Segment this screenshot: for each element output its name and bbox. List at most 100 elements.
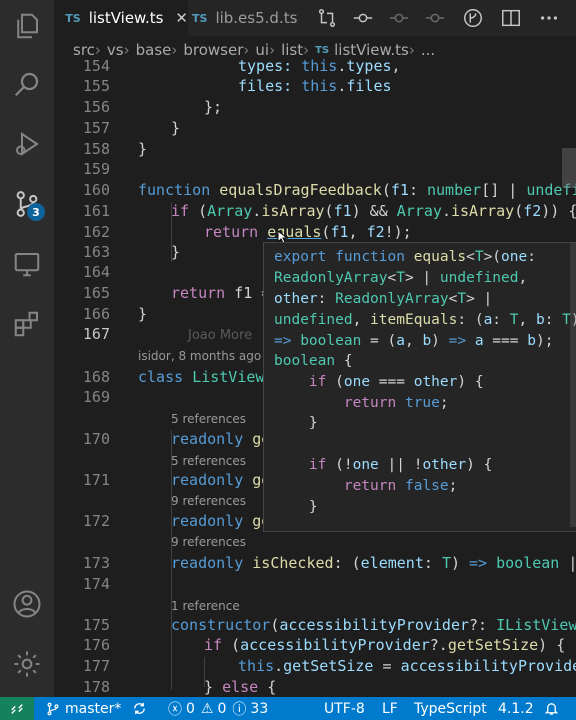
hover-scrollbar[interactable] bbox=[570, 243, 576, 527]
breadcrumb-item[interactable]: base bbox=[136, 41, 172, 59]
previous-change-icon[interactable] bbox=[388, 7, 410, 29]
language-mode[interactable]: TypeScript bbox=[414, 697, 487, 720]
hover-line: } bbox=[274, 415, 318, 431]
chevron-right-icon: › bbox=[303, 41, 310, 59]
code-line: class ListViewA bbox=[138, 368, 274, 386]
line-number: 156 bbox=[82, 98, 110, 116]
line-number: 177 bbox=[82, 657, 110, 675]
debug-icon[interactable] bbox=[9, 126, 45, 162]
code-line: return f1 = bbox=[171, 284, 271, 302]
git-commit-icon[interactable] bbox=[352, 7, 374, 29]
split-editor-icon[interactable] bbox=[500, 7, 522, 29]
typescript-file-icon: TS bbox=[315, 44, 330, 56]
line-number: 158 bbox=[82, 140, 110, 158]
code-lens-references[interactable]: 1 reference bbox=[171, 599, 240, 613]
git-branch-icon bbox=[47, 702, 59, 715]
eol-indicator[interactable]: LF bbox=[382, 697, 398, 720]
code-line: } bbox=[171, 119, 181, 137]
remote-explorer-icon[interactable] bbox=[9, 246, 45, 282]
code-line: readonly ge bbox=[171, 471, 271, 489]
line-number: 163 bbox=[82, 243, 110, 261]
code-line: } bbox=[138, 140, 148, 158]
source-control-badge: 3 bbox=[27, 203, 45, 221]
line-number: 157 bbox=[82, 119, 110, 137]
hover-line: boolean { bbox=[274, 353, 353, 369]
line-number: 154 bbox=[82, 58, 110, 75]
code-line: files: this.files bbox=[238, 77, 392, 95]
tab-label: listView.ts bbox=[88, 9, 164, 27]
code-lens-references[interactable]: 5 references bbox=[171, 454, 246, 468]
status-bar: master* ⓧ 0 ⚠ 0 ⓘ 33 UTF-8 LF TypeScript… bbox=[0, 697, 576, 720]
line-number: 160 bbox=[82, 181, 110, 199]
hover-line: return false; bbox=[343, 478, 458, 494]
close-icon[interactable]: ✕ bbox=[175, 9, 188, 27]
line-number: 171 bbox=[82, 471, 110, 489]
code-line: this.getSetSize = accessibilityProvider.… bbox=[238, 657, 576, 675]
typescript-version[interactable]: 4.1.2 bbox=[498, 697, 534, 720]
breadcrumb-item[interactable]: ui bbox=[255, 41, 269, 59]
line-number: 172 bbox=[82, 512, 110, 530]
line-number: 159 bbox=[82, 160, 110, 178]
typescript-file-icon: TS bbox=[65, 11, 81, 25]
hover-line: undefined, itemEquals: (a: T, b: T) bbox=[274, 312, 576, 328]
code-line: if (Array.isArray(f1) && Array.isArray(f… bbox=[171, 202, 576, 220]
file-history-icon[interactable] bbox=[462, 7, 484, 29]
branch-indicator[interactable]: master* bbox=[46, 697, 121, 720]
hover-line: other: ReadonlyArray<T> | bbox=[274, 291, 493, 307]
warning-icon: ⚠ bbox=[200, 700, 214, 717]
hover-line: => boolean = (a, b) => a === b); bbox=[274, 333, 554, 349]
breadcrumb-file[interactable]: listView.ts bbox=[334, 41, 409, 59]
problems-indicator[interactable]: ⓧ 0 ⚠ 0 ⓘ 33 bbox=[168, 697, 268, 720]
warning-count: 0 bbox=[217, 700, 227, 717]
chevron-right-icon: › bbox=[243, 41, 250, 59]
tab-listview[interactable]: TS listView.ts ✕ bbox=[54, 0, 188, 36]
tab-label: lib.es5.d.ts bbox=[215, 9, 298, 27]
code-line: function equalsDragFeedback(f1: number[]… bbox=[138, 181, 576, 199]
hover-tooltip[interactable]: export function equals<T>(one: ReadonlyA… bbox=[263, 242, 576, 532]
code-lens-references[interactable]: 9 references bbox=[171, 535, 246, 549]
remote-indicator-icon[interactable] bbox=[0, 697, 34, 720]
extensions-icon[interactable] bbox=[9, 306, 45, 342]
editor-scrollbar[interactable] bbox=[562, 148, 576, 188]
settings-gear-icon[interactable] bbox=[9, 646, 45, 682]
hover-line: if (one === other) { bbox=[308, 374, 484, 390]
line-number: 174 bbox=[82, 575, 110, 593]
error-icon: ⓧ bbox=[168, 701, 182, 718]
line-number: 166 bbox=[82, 305, 110, 323]
notifications-bell-icon[interactable] bbox=[544, 697, 559, 720]
hover-line: return true; bbox=[343, 395, 449, 411]
chevron-right-icon: › bbox=[123, 41, 130, 59]
breadcrumb-item[interactable]: vs bbox=[107, 41, 124, 59]
compare-changes-icon[interactable] bbox=[316, 7, 338, 29]
sync-icon[interactable] bbox=[132, 697, 147, 720]
more-actions-icon[interactable] bbox=[538, 7, 560, 29]
encoding-indicator[interactable]: UTF-8 bbox=[324, 697, 365, 720]
chevron-right-icon: › bbox=[408, 41, 415, 59]
hover-line: if (!one || !other) { bbox=[308, 457, 493, 473]
breadcrumb-more[interactable]: ... bbox=[421, 41, 435, 59]
typescript-file-icon: TS bbox=[192, 11, 208, 25]
code-lens-references[interactable]: 5 references bbox=[171, 412, 246, 426]
error-count: 0 bbox=[186, 700, 195, 717]
hover-line: } bbox=[274, 499, 318, 515]
line-number: 161 bbox=[82, 202, 110, 220]
branch-name: master* bbox=[65, 700, 122, 717]
tab-bar: TS listView.ts ✕ TS lib.es5.d.ts bbox=[54, 0, 576, 36]
breadcrumb-item[interactable]: browser bbox=[183, 41, 243, 59]
breadcrumb-item[interactable]: src bbox=[73, 41, 95, 59]
line-number: 164 bbox=[82, 263, 110, 281]
breadcrumb-item[interactable]: list bbox=[281, 41, 303, 59]
search-icon[interactable] bbox=[9, 66, 45, 102]
explorer-icon[interactable] bbox=[9, 8, 45, 44]
code-line: return equals(f1, f2!); bbox=[204, 223, 412, 241]
tab-lib-es5[interactable]: TS lib.es5.d.ts bbox=[192, 0, 297, 36]
code-lens-references[interactable]: 9 references bbox=[171, 494, 246, 508]
equals-link[interactable]: equals bbox=[267, 223, 321, 241]
hover-line: export function equals<T>(one: bbox=[274, 249, 536, 265]
next-change-icon[interactable] bbox=[424, 7, 446, 29]
git-blame-annotation: Joao More bbox=[188, 328, 253, 343]
accounts-icon[interactable] bbox=[9, 586, 45, 622]
code-line: readonly ge bbox=[171, 430, 271, 448]
line-number: 178 bbox=[82, 678, 110, 696]
hover-line: ReadonlyArray<T> | undefined, bbox=[274, 270, 528, 286]
